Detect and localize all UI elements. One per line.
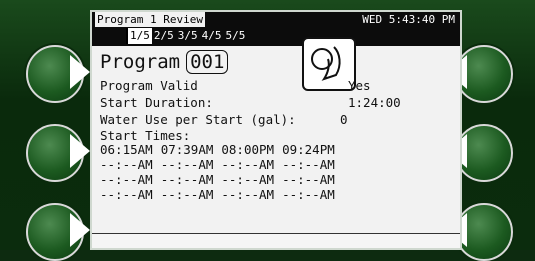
- water-use-value: 0: [340, 112, 348, 127]
- start-time-cell[interactable]: --:--AM: [161, 157, 222, 172]
- clock: WED 5:43:40 PM: [362, 13, 455, 26]
- start-time-cell[interactable]: --:--AM: [100, 187, 161, 202]
- program-number-field[interactable]: 001: [186, 50, 229, 74]
- tab-4-of-5[interactable]: 4/5: [200, 28, 224, 44]
- program-valid-label: Program Valid: [100, 78, 198, 93]
- program-label: Program: [100, 51, 181, 73]
- screen-title: Program 1 Review: [95, 12, 205, 27]
- start-times-row: --:--AM --:--AM --:--AM --:--AM: [100, 157, 343, 172]
- start-times-label: Start Times:: [100, 128, 191, 143]
- water-use-label: Water Use per Start (gal):: [100, 112, 296, 127]
- lcd-screen: Program 1 Review WED 5:43:40 PM 1/5 2/5 …: [90, 10, 462, 250]
- start-time-cell[interactable]: --:--AM: [100, 172, 161, 187]
- left-arrow-icon: [70, 213, 90, 247]
- start-time-cell[interactable]: 07:39AM: [161, 142, 222, 157]
- start-time-cell[interactable]: --:--AM: [282, 187, 343, 202]
- start-times-row: --:--AM --:--AM --:--AM --:--AM: [100, 187, 343, 202]
- softkey-label-bar: [92, 233, 460, 248]
- tab-5-of-5[interactable]: 5/5: [224, 28, 248, 44]
- start-times-row: 06:15AM 07:39AM 08:00PM 09:24PM: [100, 142, 343, 157]
- left-arrow-icon: [70, 55, 90, 89]
- start-time-cell[interactable]: --:--AM: [221, 157, 282, 172]
- tab-2-of-5[interactable]: 2/5: [152, 28, 176, 44]
- start-time-cell[interactable]: --:--AM: [282, 157, 343, 172]
- start-time-cell[interactable]: --:--AM: [282, 172, 343, 187]
- start-time-cell[interactable]: --:--AM: [161, 172, 222, 187]
- start-time-cell[interactable]: --:--AM: [221, 187, 282, 202]
- program-heading: Program 001: [100, 50, 229, 74]
- start-times-table: 06:15AM 07:39AM 08:00PM 09:24PM --:--AM …: [100, 142, 343, 202]
- program-valid-value: Yes: [348, 78, 371, 93]
- start-duration-label: Start Duration:: [100, 95, 213, 110]
- start-times-row: --:--AM --:--AM --:--AM --:--AM: [100, 172, 343, 187]
- start-time-cell[interactable]: 06:15AM: [100, 142, 161, 157]
- left-arrow-icon: [70, 134, 90, 168]
- page-tabs: 1/5 2/5 3/5 4/5 5/5: [126, 28, 247, 44]
- start-time-cell[interactable]: --:--AM: [100, 157, 161, 172]
- start-time-cell[interactable]: --:--AM: [161, 187, 222, 202]
- start-time-cell[interactable]: 08:00PM: [221, 142, 282, 157]
- tab-3-of-5[interactable]: 3/5: [176, 28, 200, 44]
- start-time-cell[interactable]: 09:24PM: [282, 142, 343, 157]
- start-duration-value: 1:24:00: [348, 95, 401, 110]
- start-time-cell[interactable]: --:--AM: [221, 172, 282, 187]
- tab-1-of-5[interactable]: 1/5: [126, 28, 152, 44]
- title-bar: Program 1 Review WED 5:43:40 PM: [92, 12, 460, 27]
